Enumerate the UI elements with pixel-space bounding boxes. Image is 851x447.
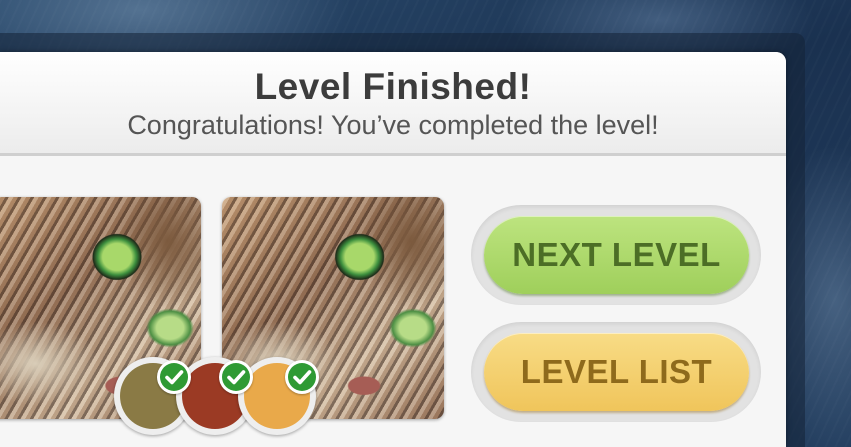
check-icon xyxy=(157,360,191,394)
dialog-header: Level Finished! Congratulations! You’ve … xyxy=(0,52,786,156)
next-level-button[interactable]: NEXT LEVEL xyxy=(484,216,749,294)
level-list-button[interactable]: LEVEL LIST xyxy=(484,333,749,411)
dialog-subtitle: Congratulations! You’ve completed the le… xyxy=(127,110,659,140)
check-icon xyxy=(219,360,253,394)
dialog-title: Level Finished! xyxy=(254,66,532,107)
check-icon xyxy=(285,360,319,394)
next-level-button-well: NEXT LEVEL xyxy=(471,205,761,305)
level-finished-dialog: Level Finished! Congratulations! You’ve … xyxy=(0,52,786,447)
level-list-button-well: LEVEL LIST xyxy=(471,322,761,422)
